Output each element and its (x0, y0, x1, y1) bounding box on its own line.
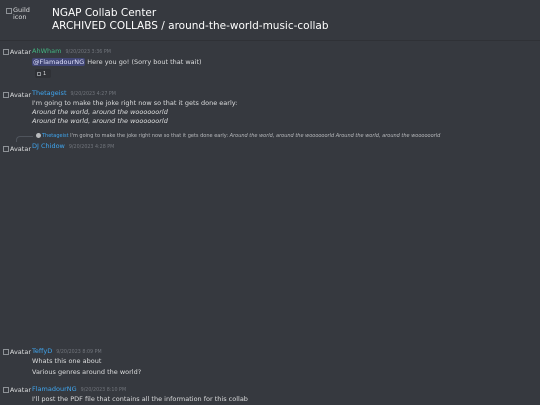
message-content: @FlamadourNG Here you go! (Sorry bout th… (32, 58, 202, 66)
author-name[interactable]: DJ Chidow (32, 142, 65, 150)
message-text: Here you go! (Sorry bout that wait) (85, 58, 202, 66)
message-text: I'll post the PDF file that contains all… (32, 395, 248, 403)
guild-icon: Guild icon (6, 7, 32, 27)
reply-reference[interactable]: Thetageist I'm going to make the joke ri… (36, 133, 440, 139)
reply-text-italic: Around the world, around the woooooorld … (229, 133, 441, 139)
message-text: Whats this one about (32, 357, 102, 365)
avatar-alt: Avatar (9, 145, 31, 153)
author-name[interactable]: AhWham (32, 47, 61, 55)
author-name[interactable]: TeffyD (32, 347, 52, 355)
message-author[interactable]: TeffyD 9/20/2023 8:09 PM (32, 347, 102, 355)
guild-name: NGAP Collab Center (52, 7, 157, 19)
avatar[interactable]: Avatar (3, 386, 31, 394)
author-name[interactable]: FlamadourNG (32, 385, 77, 393)
channel-path: ARCHIVED COLLABS / around-the-world-musi… (52, 20, 329, 32)
message-author[interactable]: AhWham 9/20/2023 3:36 PM (32, 47, 111, 55)
message-text: Around the world, around the woooooorld (32, 117, 168, 125)
attachment[interactable]: 1 (35, 69, 51, 78)
avatar[interactable]: Avatar (3, 91, 31, 99)
message-timestamp: 9/20/2023 4:28 PM (68, 145, 115, 150)
guild-icon-alt: Guild icon (13, 6, 30, 21)
message-timestamp: 9/20/2023 3:36 PM (65, 50, 111, 55)
message-author[interactable]: Thetageist 9/20/2023 4:27 PM (32, 89, 116, 97)
avatar-alt: Avatar (9, 91, 31, 99)
broken-image-icon (3, 49, 9, 55)
message-timestamp: 9/20/2023 8:09 PM (56, 350, 102, 355)
avatar[interactable]: Avatar (3, 48, 31, 56)
user-mention[interactable]: @FlamadourNG (32, 58, 86, 66)
broken-image-icon (3, 349, 9, 355)
message-timestamp: 9/20/2023 8:10 PM (80, 388, 127, 393)
image-icon (37, 71, 41, 76)
reply-spine (16, 136, 33, 142)
avatar[interactable]: Avatar (3, 145, 31, 153)
reply-text: I'm going to make the joke right now so … (70, 133, 230, 139)
message-author[interactable]: FlamadourNG 9/20/2023 8:10 PM (32, 385, 126, 393)
message-text: Around the world, around the woooooorld (32, 108, 168, 116)
broken-image-icon (3, 387, 9, 393)
avatar[interactable]: Avatar (3, 348, 31, 356)
avatar-alt: Avatar (9, 48, 31, 56)
message-timestamp: 9/20/2023 4:27 PM (70, 92, 116, 97)
broken-image-icon (3, 92, 9, 98)
avatar-alt: Avatar (9, 386, 31, 394)
reply-avatar (36, 133, 41, 138)
message-text: I'm going to make the joke right now so … (32, 99, 238, 107)
reply-author[interactable]: Thetageist (42, 133, 69, 139)
message-text: Various genres around the world? (32, 368, 142, 376)
channel-header: Guild icon NGAP Collab Center ARCHIVED C… (0, 0, 540, 40)
attachment-count: 1 (43, 70, 47, 77)
author-name[interactable]: Thetageist (32, 89, 67, 97)
message-author[interactable]: DJ Chidow 9/20/2023 4:28 PM (32, 142, 114, 150)
header-divider (0, 40, 540, 41)
broken-image-icon (3, 146, 9, 152)
broken-image-icon (6, 8, 12, 14)
avatar-alt: Avatar (9, 348, 31, 356)
